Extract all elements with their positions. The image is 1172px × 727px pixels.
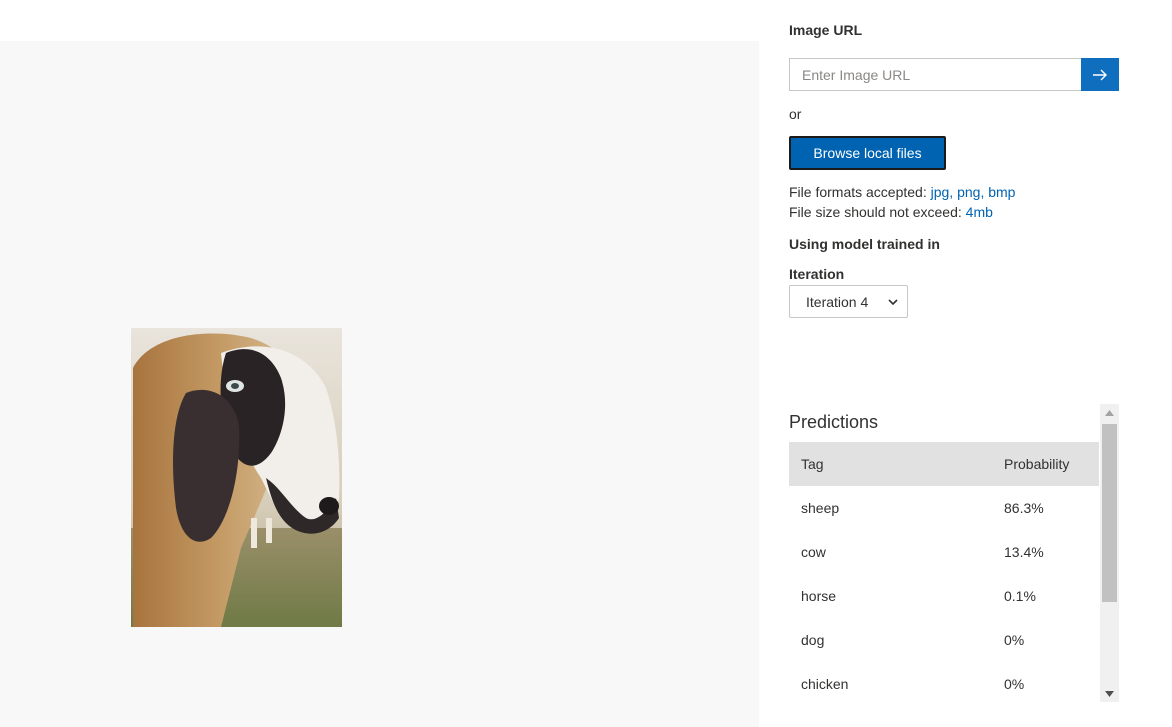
predictions-header-row: Tag Probability [789, 442, 1099, 486]
arrow-right-icon [1093, 69, 1107, 80]
model-heading: Using model trained in [789, 236, 940, 252]
scroll-thumb[interactable] [1102, 424, 1117, 602]
predictions-title: Predictions [789, 412, 879, 432]
iteration-selected-value: Iteration 4 [806, 293, 869, 310]
tag-cell: sheep [801, 500, 840, 516]
probability-cell: 0% [1004, 632, 1025, 648]
file-size-prefix: File size should not exceed: [789, 204, 966, 220]
image-url-label: Image URL [789, 22, 863, 38]
file-formats-info: File formats accepted: jpg, png, bmp [789, 184, 1015, 200]
table-row: cow 13.4% [789, 530, 1099, 574]
table-row: sheep 86.3% [789, 486, 1099, 530]
predictions-table: Tag Probability sheep 86.3% cow 13.4% ho… [789, 442, 1099, 706]
tag-cell: cow [801, 544, 826, 560]
predictions-scrollbar[interactable] [1100, 404, 1119, 702]
uploaded-sheep-image [131, 328, 342, 627]
upload-panel: Image URL or Browse local files File for… [789, 0, 1129, 727]
table-row: horse 0.1% [789, 574, 1099, 618]
tag-cell: horse [801, 588, 837, 604]
probability-cell: 0.1% [1004, 588, 1036, 604]
file-size-value: 4mb [965, 204, 993, 220]
scroll-down-arrow-icon[interactable] [1100, 685, 1119, 702]
image-preview-pane [0, 41, 759, 727]
probability-cell: 86.3% [1004, 500, 1044, 516]
probability-cell: 13.4% [1004, 544, 1044, 560]
scroll-up-arrow-icon[interactable] [1100, 404, 1119, 421]
submit-url-button[interactable] [1081, 58, 1119, 91]
tag-cell: chicken [801, 676, 849, 692]
file-formats-value: jpg, png, bmp [930, 184, 1016, 200]
chevron-down-icon [888, 298, 898, 305]
file-size-info: File size should not exceed: 4mb [789, 204, 993, 220]
browse-local-files-button[interactable]: Browse local files [789, 136, 946, 170]
or-separator: or [789, 106, 802, 122]
probability-cell: 0% [1004, 676, 1025, 692]
table-row: chicken 0% [789, 662, 1099, 706]
tag-cell: dog [801, 632, 825, 648]
image-url-input[interactable] [789, 58, 1081, 91]
image-url-row [789, 58, 1119, 91]
iteration-label: Iteration [789, 266, 845, 282]
iteration-dropdown[interactable]: Iteration 4 [789, 285, 908, 318]
header-probability: Probability [1004, 456, 1070, 472]
file-formats-prefix: File formats accepted: [789, 184, 931, 200]
header-tag: Tag [801, 456, 824, 472]
table-row: dog 0% [789, 618, 1099, 662]
